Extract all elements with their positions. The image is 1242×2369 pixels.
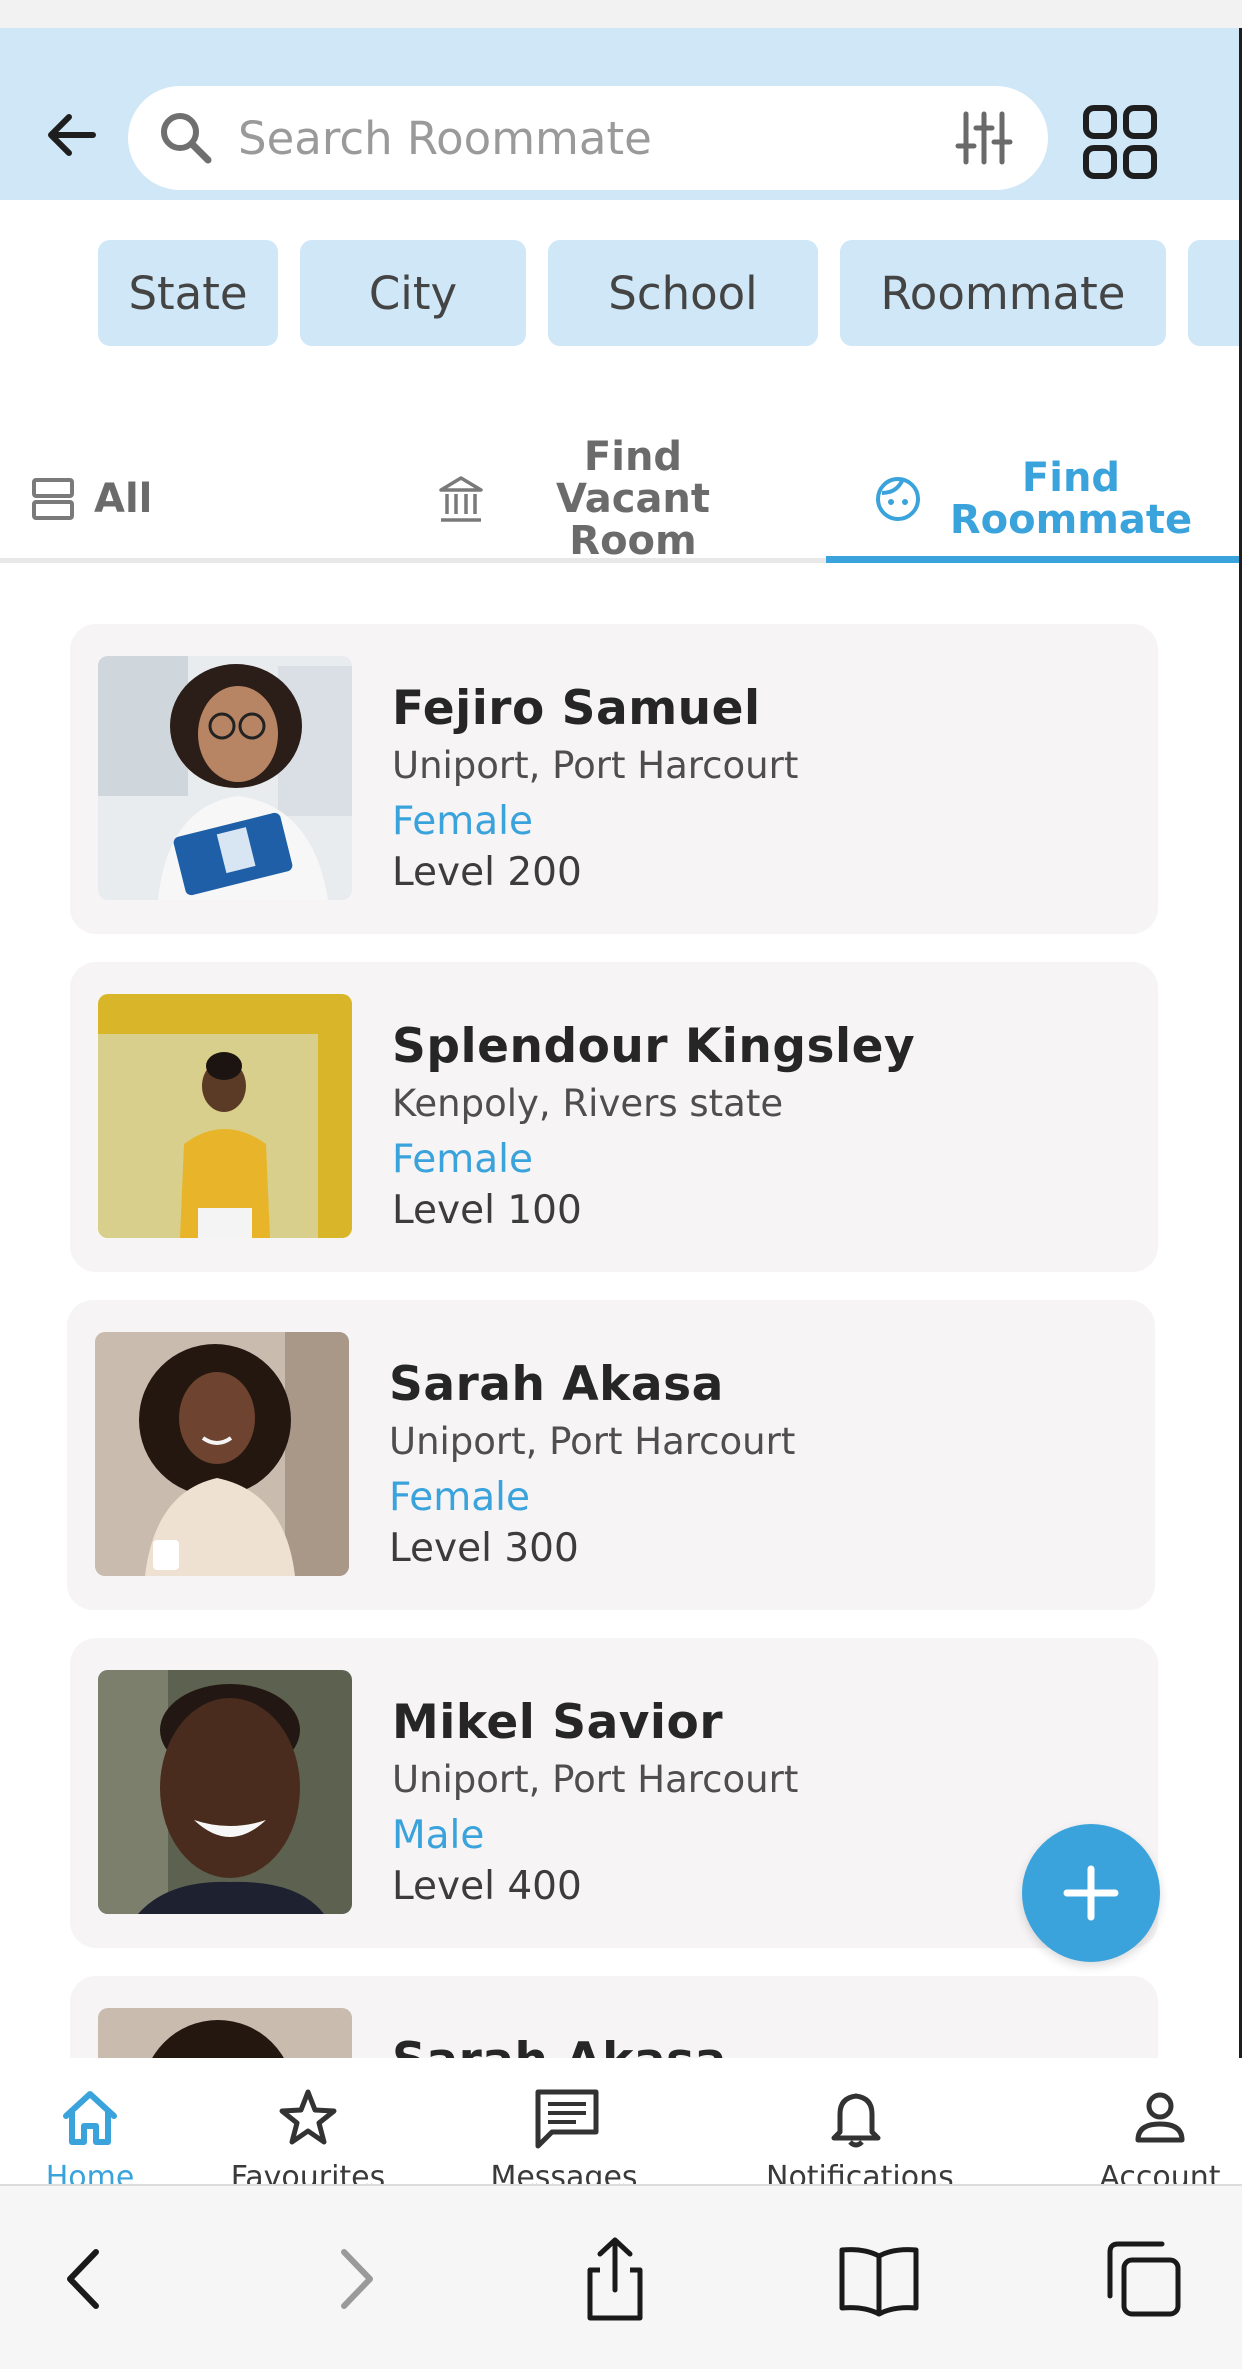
- bottom-navigation: Home Favourites Messages Notifications A…: [0, 2058, 1242, 2184]
- roommate-location: Kenpoly, Rivers state: [392, 1082, 784, 1125]
- tab-find-roommate[interactable]: Find Roommate: [850, 440, 1220, 558]
- nav-favourites[interactable]: Favourites: [218, 2058, 398, 2184]
- category-tabs: All Find Vacant Room Find Roommate: [0, 436, 1239, 564]
- roommate-card[interactable]: Sarah Akasa Uniport, Port Harcourt Femal…: [67, 1300, 1155, 1610]
- star-icon: [279, 2089, 337, 2145]
- nav-label: Messages: [490, 2160, 638, 2184]
- roommate-name: Mikel Savior: [392, 1695, 724, 1750]
- bookmarks-icon[interactable]: [834, 2234, 924, 2324]
- browser-toolbar: [0, 2184, 1242, 2369]
- roommate-info: Mikel Savior Uniport, Port Harcourt Male…: [392, 1694, 1112, 1910]
- chip-state[interactable]: State: [98, 240, 278, 346]
- search-icon: [161, 113, 212, 164]
- nav-notifications[interactable]: Notifications: [766, 2058, 954, 2184]
- top-header: [0, 28, 1239, 200]
- plus-icon: [1063, 1865, 1119, 1921]
- roommate-location: Uniport, Port Harcourt: [392, 744, 799, 787]
- tab-label: Find Roommate: [949, 455, 1193, 543]
- sliders-icon[interactable]: [954, 108, 1014, 168]
- roommate-card[interactable]: Mikel Savior Uniport, Port Harcourt Male…: [70, 1638, 1158, 1948]
- roommate-info: Sarah Akasa: [392, 2032, 1112, 2058]
- arrow-left-icon: [48, 114, 96, 156]
- bell-icon: [831, 2093, 881, 2148]
- roommate-card[interactable]: Fejiro Samuel Uniport, Port Harcourt Fem…: [70, 624, 1158, 934]
- roommate-location: Uniport, Port Harcourt: [389, 1420, 796, 1463]
- roommate-gender: Female: [392, 799, 534, 844]
- home-icon: [63, 2091, 117, 2145]
- nav-home[interactable]: Home: [0, 2058, 180, 2184]
- nav-label: Home: [45, 2160, 135, 2184]
- search-input[interactable]: [238, 100, 938, 176]
- roommate-level: Level 100: [392, 1188, 582, 1233]
- profile-photo: [98, 656, 352, 900]
- chip-more[interactable]: [1188, 240, 1239, 346]
- roommate-name: Fejiro Samuel: [392, 681, 761, 736]
- roommate-gender: Female: [392, 1137, 534, 1182]
- profile-photo: [98, 994, 352, 1238]
- app-screen: State City School Roommate All: [0, 0, 1242, 2369]
- profile-photo: [95, 1332, 349, 1576]
- bank-icon: [439, 476, 483, 522]
- roommate-level: Level 400: [392, 1864, 582, 1909]
- roommate-card[interactable]: Sarah Akasa: [70, 1976, 1158, 2058]
- nav-label: Notifications: [766, 2160, 954, 2184]
- roommate-name: Splendour Kingsley: [392, 1019, 916, 1074]
- roommate-card[interactable]: Splendour Kingsley Kenpoly, Rivers state…: [70, 962, 1158, 1272]
- nav-account[interactable]: Account: [1070, 2058, 1242, 2184]
- filter-chip-row: State City School Roommate: [0, 240, 1239, 346]
- active-tab-indicator: [826, 556, 1239, 563]
- chip-city[interactable]: City: [300, 240, 526, 346]
- tabs-icon[interactable]: [1098, 2234, 1188, 2324]
- forward-icon[interactable]: [310, 2234, 400, 2324]
- grid-icon[interactable]: [1080, 102, 1160, 182]
- message-icon: [535, 2089, 599, 2149]
- roommate-gender: Male: [392, 1813, 485, 1858]
- roommate-name: Sarah Akasa: [392, 2032, 1112, 2058]
- tab-label: All: [94, 476, 153, 522]
- roommate-info: Sarah Akasa Uniport, Port Harcourt Femal…: [389, 1356, 1109, 1572]
- chip-roommate[interactable]: Roommate: [840, 240, 1166, 346]
- roommate-location: Uniport, Port Harcourt: [392, 1758, 799, 1801]
- back-icon[interactable]: [40, 2234, 130, 2324]
- roommate-info: Splendour Kingsley Kenpoly, Rivers state…: [392, 1018, 1112, 1234]
- roommate-name: Sarah Akasa: [389, 1357, 724, 1412]
- tab-label: Find Vacant Room: [555, 434, 711, 564]
- roommate-level: Level 300: [389, 1526, 579, 1571]
- back-button[interactable]: [34, 98, 108, 172]
- profile-photo: [98, 2008, 352, 2058]
- nav-messages[interactable]: Messages: [474, 2058, 654, 2184]
- list-icon: [32, 478, 74, 520]
- nav-label: Account: [1099, 2160, 1221, 2184]
- share-icon[interactable]: [570, 2234, 660, 2324]
- profile-photo: [98, 1670, 352, 1914]
- status-strip: [0, 0, 1242, 28]
- nav-label: Favourites: [230, 2160, 386, 2184]
- person-icon: [1135, 2092, 1185, 2143]
- chip-school[interactable]: School: [548, 240, 818, 346]
- roommate-level: Level 200: [392, 850, 582, 895]
- search-bar: [128, 86, 1048, 190]
- roommate-info: Fejiro Samuel Uniport, Port Harcourt Fem…: [392, 680, 1112, 896]
- face-icon: [876, 477, 920, 521]
- tab-all[interactable]: All: [30, 440, 170, 558]
- tab-find-vacant-room[interactable]: Find Vacant Room: [430, 436, 770, 562]
- add-button[interactable]: [1022, 1824, 1160, 1962]
- roommate-gender: Female: [389, 1475, 531, 1520]
